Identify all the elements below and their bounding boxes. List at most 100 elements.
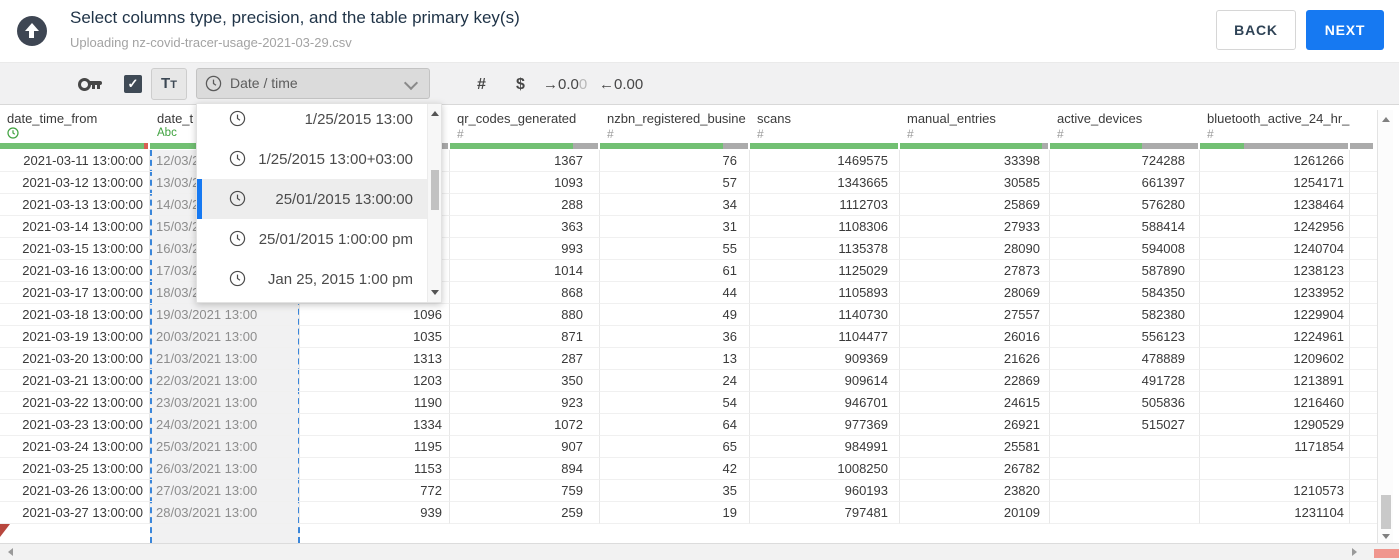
table-cell: 2021-03-17 13:00:00 bbox=[0, 282, 150, 304]
h-scroll-thumb[interactable] bbox=[1374, 549, 1399, 558]
table-cell: 61 bbox=[600, 260, 750, 282]
table-cell: 871 bbox=[450, 326, 600, 348]
dropdown-option[interactable]: Jan 25, 2015 1:00 pm bbox=[197, 259, 427, 299]
table-cell bbox=[1350, 304, 1377, 326]
clock-icon bbox=[229, 190, 246, 207]
scroll-down-icon[interactable] bbox=[1382, 534, 1390, 539]
column-header-stub bbox=[1350, 105, 1377, 143]
table-cell: 33398 bbox=[900, 150, 1050, 172]
dropdown-scrollbar[interactable] bbox=[427, 104, 441, 302]
table-cell: 588414 bbox=[1050, 216, 1200, 238]
number-type-button[interactable]: # bbox=[477, 63, 486, 106]
table-cell: 772 bbox=[300, 480, 450, 502]
table-cell: 1096 bbox=[300, 304, 450, 326]
table-cell: 960193 bbox=[750, 480, 900, 502]
dropdown-option[interactable]: 25/01/2015 1:00:00 pm bbox=[197, 219, 427, 259]
table-cell: 1135378 bbox=[750, 238, 900, 260]
table-cell: 24/03/2021 13:00 bbox=[150, 414, 300, 436]
table-cell: 1367 bbox=[450, 150, 600, 172]
table-cell: 2021-03-20 13:00:00 bbox=[0, 348, 150, 370]
column-quality-bar bbox=[1350, 143, 1377, 150]
column-type-icon: # bbox=[907, 127, 914, 141]
scroll-up-icon[interactable] bbox=[431, 111, 439, 116]
table-cell: 1469575 bbox=[750, 150, 900, 172]
h-scrollbar[interactable] bbox=[0, 543, 1399, 560]
column-header[interactable]: bluetooth_active_24_hr_ # bbox=[1200, 105, 1350, 143]
type-select[interactable]: Date / time bbox=[196, 68, 430, 99]
table-cell bbox=[1350, 348, 1377, 370]
table-cell: 1093 bbox=[450, 172, 600, 194]
column-type-icon: # bbox=[757, 127, 764, 141]
table-cell: 27933 bbox=[900, 216, 1050, 238]
column-type-icon bbox=[7, 127, 150, 140]
page-title: Select columns type, precision, and the … bbox=[70, 8, 520, 27]
selected-option-indicator bbox=[197, 179, 202, 219]
column-type-icon: # bbox=[607, 127, 614, 141]
table-cell: 576280 bbox=[1050, 194, 1200, 216]
table-cell: 984991 bbox=[750, 436, 900, 458]
table-cell: 2021-03-12 13:00:00 bbox=[0, 172, 150, 194]
table-cell: 24 bbox=[600, 370, 750, 392]
table-cell: 491728 bbox=[1050, 370, 1200, 392]
table-cell: 724288 bbox=[1050, 150, 1200, 172]
scroll-right-icon[interactable] bbox=[1352, 548, 1357, 556]
decrease-decimal-button[interactable]: ←0.00 bbox=[599, 63, 643, 106]
table-cell: 909369 bbox=[750, 348, 900, 370]
table-cell: 49 bbox=[600, 304, 750, 326]
increase-decimal-button[interactable]: →0.00 bbox=[543, 63, 587, 106]
table-cell: 27557 bbox=[900, 304, 1050, 326]
table-cell: 2021-03-13 13:00:00 bbox=[0, 194, 150, 216]
table-cell: 1112703 bbox=[750, 194, 900, 216]
table-cell: 27/03/2021 13:00 bbox=[150, 480, 300, 502]
table-cell bbox=[1350, 370, 1377, 392]
scrollbar-thumb[interactable] bbox=[431, 170, 439, 210]
dropdown-option[interactable]: 1/25/2015 13:00+03:00 bbox=[197, 139, 427, 179]
currency-type-button[interactable]: $ bbox=[516, 63, 525, 106]
column-header[interactable]: active_devices # bbox=[1050, 105, 1200, 143]
type-select-label: Date / time bbox=[230, 75, 298, 91]
dropdown-option[interactable]: 1/25/2015 13:00 bbox=[197, 104, 427, 139]
validation-checkbox[interactable]: ✓ bbox=[124, 75, 142, 93]
table-cell: 868 bbox=[450, 282, 600, 304]
table-cell: 25581 bbox=[900, 436, 1050, 458]
scrollbar-thumb[interactable] bbox=[1381, 495, 1391, 529]
primary-key-button[interactable] bbox=[78, 77, 103, 92]
table-cell bbox=[1350, 502, 1377, 524]
table-cell bbox=[1050, 480, 1200, 502]
column-header[interactable]: scans # bbox=[750, 105, 900, 143]
scroll-up-icon[interactable] bbox=[1382, 117, 1390, 122]
back-button[interactable]: BACK bbox=[1216, 10, 1296, 50]
table-cell bbox=[1350, 414, 1377, 436]
table-cell: 1343665 bbox=[750, 172, 900, 194]
column-header[interactable]: manual_entries # bbox=[900, 105, 1050, 143]
table-cell: 25869 bbox=[900, 194, 1050, 216]
next-button[interactable]: NEXT bbox=[1306, 10, 1384, 50]
table-cell: 556123 bbox=[1050, 326, 1200, 348]
scroll-down-icon[interactable] bbox=[431, 290, 439, 295]
column-header[interactable]: nzbn_registered_busine # bbox=[600, 105, 750, 143]
table-cell bbox=[1200, 458, 1350, 480]
table-cell: 594008 bbox=[1050, 238, 1200, 260]
table-cell: 27873 bbox=[900, 260, 1050, 282]
missing-data-marker bbox=[0, 524, 10, 537]
table-cell: 880 bbox=[450, 304, 600, 326]
table-cell: 28069 bbox=[900, 282, 1050, 304]
table-cell: 13 bbox=[600, 348, 750, 370]
column-header[interactable]: date_time_from bbox=[0, 105, 150, 143]
table-cell: 2021-03-11 13:00:00 bbox=[0, 150, 150, 172]
table-cell: 661397 bbox=[1050, 172, 1200, 194]
column-header[interactable]: qr_codes_generated # bbox=[450, 105, 600, 143]
clock-icon bbox=[229, 270, 246, 287]
column-name: nzbn_registered_busine bbox=[607, 111, 746, 126]
v-scrollbar[interactable] bbox=[1377, 110, 1393, 543]
table-cell: 1224961 bbox=[1200, 326, 1350, 348]
table-cell: 259 bbox=[450, 502, 600, 524]
text-type-button[interactable]: TT bbox=[151, 68, 187, 100]
table-cell bbox=[1350, 216, 1377, 238]
table-cell: 939 bbox=[300, 502, 450, 524]
dropdown-option-list: 1/25/2015 13:00 1/25/2015 13:00+03:00 25/0… bbox=[197, 104, 427, 302]
table-cell bbox=[1350, 480, 1377, 502]
scroll-left-icon[interactable] bbox=[8, 548, 13, 556]
dropdown-option[interactable]: 25/01/2015 13:00:00 bbox=[197, 179, 427, 219]
table-cell: 26921 bbox=[900, 414, 1050, 436]
